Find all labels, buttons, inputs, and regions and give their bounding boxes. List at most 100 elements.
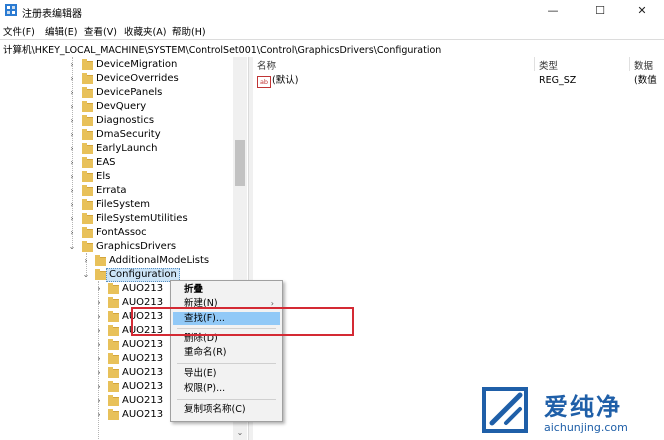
tree-item-filesystem[interactable]: › FileSystem xyxy=(0,198,232,212)
folder-icon xyxy=(108,395,119,406)
value-name[interactable]: (默认) xyxy=(272,74,298,88)
tree-item-filesystemutilities[interactable]: › FileSystemUtilities xyxy=(0,212,232,226)
folder-icon xyxy=(108,381,119,392)
folder-icon xyxy=(82,143,93,154)
tree-item-graphicsdrivers[interactable]: ⌄ GraphicsDrivers xyxy=(0,240,232,254)
chevron-right-icon[interactable]: › xyxy=(94,394,104,408)
chevron-right-icon[interactable]: › xyxy=(94,352,104,366)
tree-item-label: FileSystem xyxy=(96,199,151,210)
column-divider[interactable] xyxy=(534,57,535,71)
chevron-right-icon[interactable]: › xyxy=(94,324,104,338)
tree-item-errata[interactable]: › Errata xyxy=(0,184,232,198)
tree-item-label: EarlyLaunch xyxy=(96,143,158,154)
column-divider[interactable] xyxy=(629,57,630,71)
context-menu: 折叠 新建(N) › 查找(F)... 删除(D) 重命名(R) 导出(E) 权… xyxy=(170,280,283,422)
tree-item-label: DmaSecurity xyxy=(96,129,161,140)
scroll-down-icon[interactable]: ⌄ xyxy=(233,426,247,439)
tree-item-label: AUO213 xyxy=(122,283,164,294)
folder-icon xyxy=(108,297,119,308)
tree-item-label-selected: Configuration xyxy=(106,268,180,282)
address-path[interactable]: 计算机\HKEY_LOCAL_MACHINE\SYSTEM\ControlSet… xyxy=(3,42,441,56)
chevron-right-icon[interactable]: › xyxy=(67,198,77,212)
chevron-down-icon[interactable]: ⌄ xyxy=(81,268,91,282)
value-data[interactable]: (数值 xyxy=(634,74,657,88)
folder-icon xyxy=(95,255,106,266)
chevron-right-icon[interactable]: › xyxy=(67,156,77,170)
chevron-right-icon[interactable]: › xyxy=(94,338,104,352)
column-header-type[interactable]: 类型 xyxy=(539,58,558,72)
tree-item-label: DevicePanels xyxy=(96,87,163,98)
tree-item-diagnostics[interactable]: › Diagnostics xyxy=(0,114,232,128)
tree-item-els[interactable]: › Els xyxy=(0,170,232,184)
chevron-right-icon[interactable]: › xyxy=(94,380,104,394)
chevron-right-icon[interactable]: › xyxy=(67,128,77,142)
folder-icon xyxy=(108,283,119,294)
menu-edit[interactable]: 编辑(E) xyxy=(45,24,77,38)
watermark-logo: 爱纯净 aichunjing.com xyxy=(472,381,664,440)
title-bar: 注册表编辑器 — ☐ ✕ xyxy=(0,0,664,22)
folder-icon xyxy=(82,171,93,182)
tree-item-additionalmodelists[interactable]: › AdditionalModeLists xyxy=(0,254,232,268)
tree-item-label: DeviceOverrides xyxy=(96,73,179,84)
value-type[interactable]: REG_SZ xyxy=(539,74,576,88)
address-bar[interactable]: 计算机\HKEY_LOCAL_MACHINE\SYSTEM\ControlSet… xyxy=(0,39,664,58)
maximize-button[interactable]: ☐ xyxy=(585,2,615,20)
tree-item-label: AUO213 xyxy=(122,367,164,378)
tree-item-devicemigration[interactable]: › DeviceMigration xyxy=(0,58,232,72)
tree-item-label: AUO213 xyxy=(122,381,164,392)
menu-favorites[interactable]: 收藏夹(A) xyxy=(124,24,166,38)
tree-item-label: AUO213 xyxy=(122,409,164,420)
chevron-right-icon[interactable]: › xyxy=(94,408,104,422)
tree-item-earlylaunch[interactable]: › EarlyLaunch xyxy=(0,142,232,156)
chevron-right-icon[interactable]: › xyxy=(67,226,77,240)
chevron-right-icon[interactable]: › xyxy=(67,212,77,226)
chevron-right-icon[interactable]: › xyxy=(67,100,77,114)
chevron-down-icon[interactable]: ⌄ xyxy=(67,240,77,254)
menu-separator xyxy=(177,363,276,364)
menu-view[interactable]: 查看(V) xyxy=(84,24,117,38)
menu-item-collapse[interactable]: 折叠 xyxy=(173,283,280,296)
tree-item-label: DevQuery xyxy=(96,101,147,112)
window-title: 注册表编辑器 xyxy=(22,9,82,20)
tree-item-eas[interactable]: › EAS xyxy=(0,156,232,170)
chevron-right-icon[interactable]: › xyxy=(94,310,104,324)
tree-item-label: AUO213 xyxy=(122,339,164,350)
annotation-highlight-box xyxy=(131,307,354,336)
folder-icon xyxy=(82,59,93,70)
tree-item-label: FileSystemUtilities xyxy=(96,213,188,224)
chevron-right-icon[interactable]: › xyxy=(67,170,77,184)
close-button[interactable]: ✕ xyxy=(627,2,657,20)
column-header-data[interactable]: 数据 xyxy=(634,58,653,72)
tree-scrollbar-thumb[interactable] xyxy=(235,140,245,186)
tree-item-devquery[interactable]: › DevQuery xyxy=(0,100,232,114)
chevron-right-icon[interactable]: › xyxy=(67,58,77,72)
menu-item-permissions[interactable]: 权限(P)... xyxy=(173,382,280,395)
menu-item-export[interactable]: 导出(E) xyxy=(173,367,280,380)
folder-icon xyxy=(108,339,119,350)
folder-icon xyxy=(82,73,93,84)
folder-icon xyxy=(108,409,119,420)
chevron-right-icon[interactable]: › xyxy=(67,184,77,198)
tree-item-deviceoverrides[interactable]: › DeviceOverrides xyxy=(0,72,232,86)
minimize-button[interactable]: — xyxy=(538,2,568,20)
tree-item-fontassoc[interactable]: › FontAssoc xyxy=(0,226,232,240)
chevron-right-icon[interactable]: › xyxy=(94,366,104,380)
chevron-right-icon[interactable]: › xyxy=(67,86,77,100)
chevron-right-icon[interactable]: › xyxy=(67,114,77,128)
menu-item-copy-key-name[interactable]: 复制项名称(C) xyxy=(173,403,280,416)
column-header-name[interactable]: 名称 xyxy=(257,58,276,72)
chevron-right-icon[interactable]: › xyxy=(94,296,104,310)
chevron-right-icon[interactable]: › xyxy=(94,282,104,296)
menu-help[interactable]: 帮助(H) xyxy=(172,24,206,38)
watermark-logo-icon xyxy=(482,387,528,433)
chevron-right-icon[interactable]: › xyxy=(67,72,77,86)
folder-icon xyxy=(82,227,93,238)
chevron-right-icon[interactable]: › xyxy=(67,142,77,156)
folder-icon xyxy=(82,129,93,140)
tree-item-devicepanels[interactable]: › DevicePanels xyxy=(0,86,232,100)
menu-item-rename[interactable]: 重命名(R) xyxy=(173,346,280,359)
menu-file[interactable]: 文件(F) xyxy=(3,24,35,38)
folder-icon xyxy=(82,241,93,252)
tree-item-dmasecurity[interactable]: › DmaSecurity xyxy=(0,128,232,142)
chevron-right-icon[interactable]: › xyxy=(81,254,91,268)
